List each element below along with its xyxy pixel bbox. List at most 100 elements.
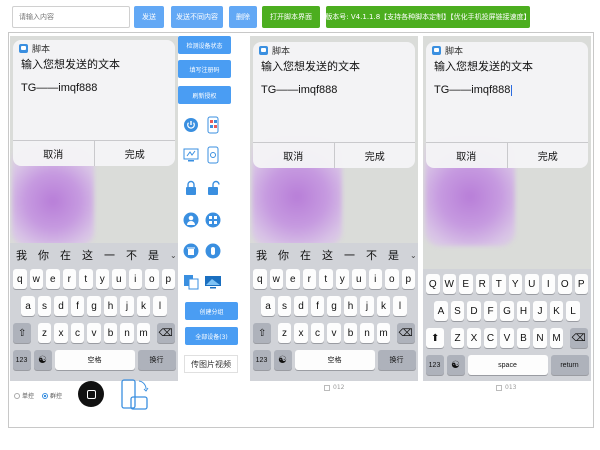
key[interactable]: i xyxy=(128,269,142,289)
key[interactable]: e xyxy=(286,269,300,289)
key[interactable]: o xyxy=(145,269,159,289)
send-different-button[interactable]: 发送不同内容 xyxy=(171,6,223,28)
key[interactable]: i xyxy=(368,269,382,289)
refresh-auth-button[interactable]: 刷新授权 xyxy=(178,86,231,104)
unlock-icon[interactable] xyxy=(203,178,223,198)
key[interactable]: n xyxy=(360,323,374,343)
dialog-text-field[interactable]: TG——imqf888 xyxy=(13,74,175,124)
key[interactable]: Q xyxy=(426,274,440,294)
key[interactable]: q xyxy=(13,269,27,289)
key[interactable]: d xyxy=(294,296,308,316)
device-checkbox[interactable] xyxy=(324,384,330,391)
single-control-radio[interactable] xyxy=(14,392,20,399)
candidate-word[interactable]: 你 xyxy=(38,247,49,263)
key[interactable]: d xyxy=(54,296,68,316)
key[interactable]: X xyxy=(467,328,481,348)
key[interactable]: A xyxy=(434,301,448,321)
key[interactable]: q xyxy=(253,269,267,289)
space-key[interactable]: 空格 xyxy=(54,350,135,370)
confirm-button[interactable]: 完成 xyxy=(506,143,589,168)
shift-icon[interactable]: ⇧ xyxy=(253,323,272,343)
key[interactable]: a xyxy=(261,296,275,316)
key[interactable]: R xyxy=(475,274,489,294)
key[interactable]: k xyxy=(136,296,151,316)
cancel-button[interactable]: 取消 xyxy=(426,143,507,168)
key[interactable]: c xyxy=(310,323,325,343)
candidate-word[interactable]: 是 xyxy=(148,247,159,263)
phone-app-icon[interactable] xyxy=(203,115,223,135)
candidate-word[interactable]: 我 xyxy=(16,247,27,263)
key[interactable]: m xyxy=(376,323,391,343)
globe-icon[interactable]: ☯ xyxy=(33,350,52,370)
key[interactable]: y xyxy=(335,269,349,289)
key[interactable]: V xyxy=(500,328,514,348)
device-checkbox[interactable] xyxy=(496,384,502,391)
copy-icon[interactable] xyxy=(181,272,201,292)
numbers-key[interactable]: 123 xyxy=(425,355,444,375)
all-devices-button[interactable]: 全部设备(3) xyxy=(185,327,238,345)
phone-screen-3[interactable]: 脚本 输入您想发送的文本 TG——imqf888 取消 完成 Q W E R T… xyxy=(423,36,591,381)
candidate-word[interactable]: 在 xyxy=(300,247,311,263)
key[interactable]: x xyxy=(54,323,68,343)
candidate-word[interactable]: 在 xyxy=(60,247,71,263)
return-key[interactable]: 换行 xyxy=(137,350,176,370)
phone-screen-2[interactable]: 脚本 输入您想发送的文本 TG——imqf888 取消 完成 我 你 在 这 一… xyxy=(250,36,418,381)
confirm-button[interactable]: 完成 xyxy=(93,141,176,166)
key[interactable]: P xyxy=(574,274,588,294)
key[interactable]: b xyxy=(343,323,358,343)
return-key[interactable]: return xyxy=(550,355,589,375)
dialog-text-field[interactable]: TG——imqf888 xyxy=(426,76,588,126)
key[interactable]: x xyxy=(294,323,308,343)
key[interactable]: c xyxy=(70,323,85,343)
return-key[interactable]: 换行 xyxy=(377,350,416,370)
key[interactable]: j xyxy=(120,296,134,316)
key[interactable]: O xyxy=(558,274,572,294)
key[interactable]: b xyxy=(103,323,118,343)
candidate-word[interactable]: 是 xyxy=(388,247,399,263)
key[interactable]: a xyxy=(21,296,35,316)
screen-cast-icon[interactable] xyxy=(181,145,201,165)
candidate-word[interactable]: 不 xyxy=(366,247,377,263)
dialog-text-field[interactable]: TG——imqf888 xyxy=(253,76,415,126)
candidate-word[interactable]: 不 xyxy=(126,247,137,263)
shift-icon[interactable]: ⇧ xyxy=(13,323,32,343)
space-key[interactable]: space xyxy=(467,355,548,375)
key[interactable]: f xyxy=(70,296,85,316)
key[interactable]: J xyxy=(533,301,547,321)
candidate-word[interactable]: 这 xyxy=(82,247,93,263)
key[interactable]: k xyxy=(376,296,391,316)
key[interactable]: C xyxy=(483,328,498,348)
key[interactable]: U xyxy=(525,274,539,294)
fill-reg-code-button[interactable]: 填写注册码 xyxy=(178,60,231,78)
key[interactable]: t xyxy=(79,269,93,289)
send-button[interactable]: 发送 xyxy=(134,6,164,28)
key[interactable]: v xyxy=(327,323,341,343)
key[interactable]: B xyxy=(516,328,531,348)
delete-button[interactable]: 删除 xyxy=(229,6,257,28)
key[interactable]: o xyxy=(385,269,399,289)
key[interactable]: l xyxy=(153,296,167,316)
power-icon[interactable] xyxy=(181,115,201,135)
key[interactable]: I xyxy=(541,274,555,294)
key[interactable]: r xyxy=(302,269,316,289)
key[interactable]: s xyxy=(277,296,292,316)
numbers-key[interactable]: 123 xyxy=(252,350,271,370)
key[interactable]: M xyxy=(549,328,564,348)
backspace-icon[interactable]: ⌫ xyxy=(156,323,175,343)
trash-icon[interactable] xyxy=(181,241,201,261)
key[interactable]: s xyxy=(37,296,52,316)
key[interactable]: p xyxy=(401,269,415,289)
confirm-button[interactable]: 完成 xyxy=(333,143,416,168)
key[interactable]: n xyxy=(120,323,134,343)
numbers-key[interactable]: 123 xyxy=(12,350,31,370)
key[interactable]: h xyxy=(343,296,358,316)
backspace-icon[interactable]: ⌫ xyxy=(569,328,588,348)
shift-icon[interactable]: ⬆ xyxy=(426,328,445,348)
create-group-button[interactable]: 创建分组 xyxy=(185,302,238,320)
candidate-word[interactable]: 一 xyxy=(104,247,115,263)
key[interactable]: f xyxy=(310,296,325,316)
key[interactable]: j xyxy=(360,296,374,316)
send-image-video-button[interactable]: 传图片视频 xyxy=(184,355,238,373)
candidate-word[interactable]: 一 xyxy=(344,247,355,263)
globe-icon[interactable]: ☯ xyxy=(446,355,465,375)
